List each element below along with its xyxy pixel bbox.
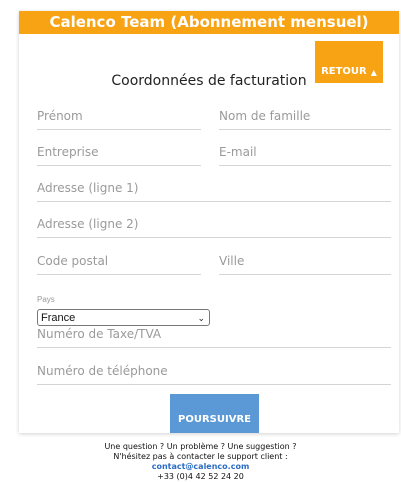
section-title: Coordonnées de facturation (111, 73, 307, 89)
footer-line-1: Une question ? Un problème ? Une suggest… (104, 442, 297, 451)
footer-line-2: N'hésitez pas à contacter le support cli… (113, 452, 288, 461)
email-field[interactable]: E-mail (219, 139, 391, 166)
company-field[interactable]: Entreprise (37, 139, 201, 166)
address-line2-field[interactable]: Adresse (ligne 2) (37, 211, 391, 238)
plan-title: Calenco Team (Abonnement mensuel) (19, 11, 399, 34)
address-line1-field[interactable]: Adresse (ligne 1) (37, 175, 391, 202)
billing-card: Calenco Team (Abonnement mensuel) RETOUR… (19, 11, 399, 433)
tax-id-field[interactable]: Numéro de Taxe/TVA (37, 321, 391, 348)
submit-button[interactable]: POURSUIVRE (170, 394, 259, 433)
last-name-field[interactable]: Nom de famille (219, 103, 391, 130)
first-name-field[interactable]: Prénom (37, 103, 201, 130)
postal-code-field[interactable]: Code postal (37, 248, 201, 275)
support-phone: +33 (0)4 42 52 24 20 (157, 472, 244, 481)
phone-field[interactable]: Numéro de téléphone (37, 358, 391, 385)
country-label: Pays (37, 295, 55, 304)
support-email-link[interactable]: contact@calenco.com (0, 462, 401, 472)
city-field[interactable]: Ville (219, 248, 391, 275)
support-footer: Une question ? Un problème ? Une suggest… (0, 442, 401, 482)
